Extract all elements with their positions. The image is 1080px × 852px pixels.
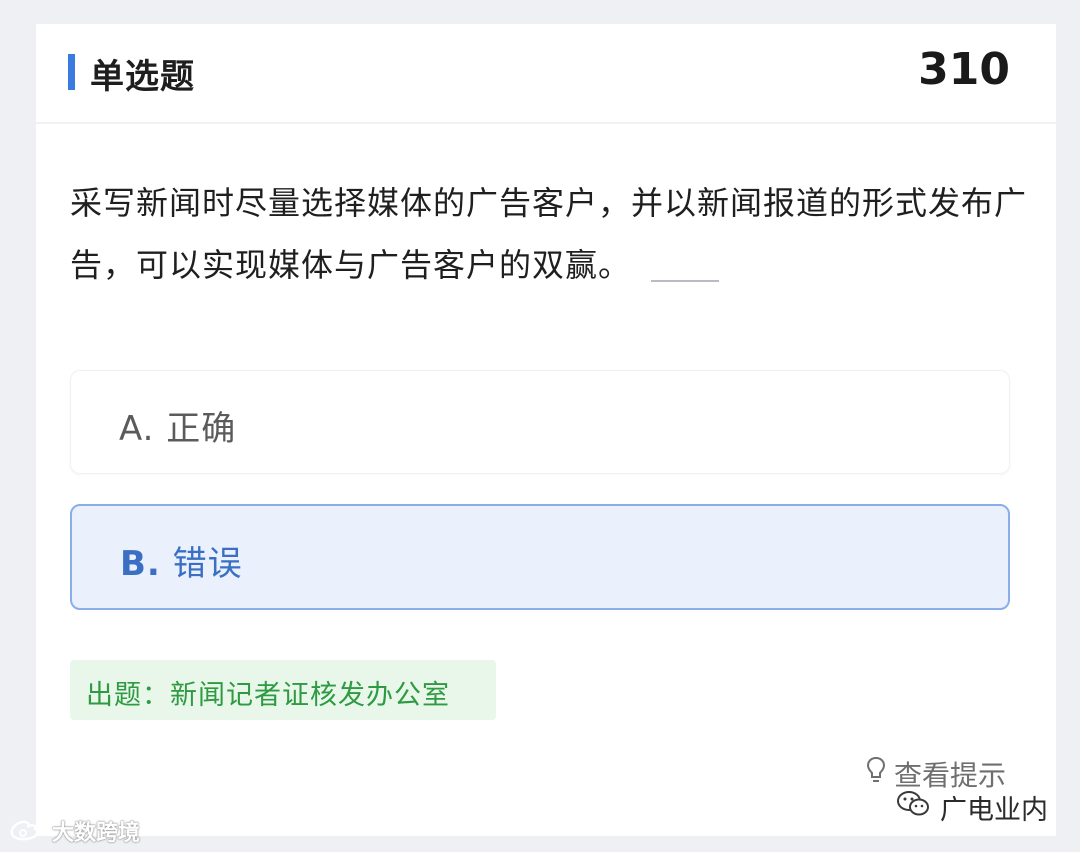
header-accent-bar bbox=[68, 54, 75, 90]
watermark-left-text: 大数跨境 bbox=[52, 821, 141, 846]
question-number: 310 bbox=[918, 44, 1010, 95]
option-a-label: A. 正确 bbox=[119, 401, 236, 450]
answer-blank bbox=[651, 280, 720, 282]
source-text: 出题：新闻记者证核发办公室 bbox=[86, 680, 450, 711]
option-a-letter: A. bbox=[119, 409, 155, 449]
option-b-label: B. 错误 bbox=[120, 536, 243, 585]
option-b[interactable]: B. 错误 bbox=[70, 504, 1010, 610]
question-text: 采写新闻时尽量选择媒体的广告客户，并以新闻报道的形式发布广告，可以实现媒体与广告… bbox=[70, 172, 1030, 296]
weibo-icon bbox=[10, 819, 46, 841]
question-body: 采写新闻时尽量选择媒体的广告客户，并以新闻报道的形式发布广告，可以实现媒体与广告… bbox=[70, 184, 1028, 284]
option-a[interactable]: A. 正确 bbox=[70, 370, 1010, 474]
view-hint-button[interactable]: 查看提示 bbox=[866, 752, 1012, 792]
question-type-title: 单选题 bbox=[90, 57, 195, 97]
wechat-icon bbox=[897, 791, 929, 816]
card-header: 单选题 310 bbox=[36, 24, 1056, 124]
source-badge: 出题：新闻记者证核发办公室 bbox=[70, 660, 496, 720]
option-a-text: 正确 bbox=[166, 409, 237, 449]
watermark-right-text: 广电业内 bbox=[940, 795, 1048, 826]
question-card: 单选题 310 采写新闻时尽量选择媒体的广告客户，并以新闻报道的形式发布广告，可… bbox=[36, 24, 1056, 836]
option-b-text: 错误 bbox=[172, 544, 243, 584]
lightbulb-icon bbox=[866, 756, 886, 782]
option-b-letter: B. bbox=[120, 544, 161, 584]
